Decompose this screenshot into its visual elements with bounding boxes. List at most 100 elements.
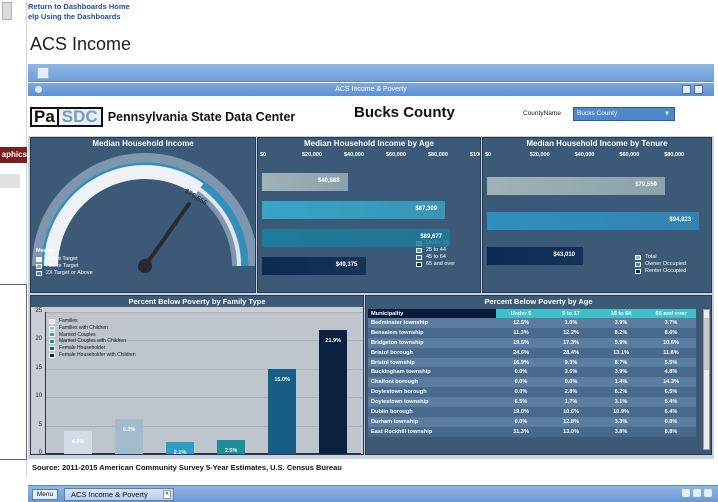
table-cell: 12.5% [496, 318, 546, 328]
county-select[interactable]: Bucks County ▼ [573, 107, 675, 121]
logo-sdc: SDC [58, 107, 103, 127]
dashboard: Pa SDC Pennsylvania State Data Center Bu… [28, 97, 714, 472]
scrollbar-thumb[interactable] [704, 318, 709, 370]
table-row[interactable]: Dublin borough 19.0% 10.6% 10.9% 6.4% [368, 407, 696, 417]
legend-swatch [36, 271, 42, 276]
x-tick-label: $60,000 [619, 152, 640, 158]
table-cell: 3.3% [596, 416, 646, 427]
data-label: $89,677 [420, 234, 443, 240]
county-title: Bucks County [354, 104, 455, 121]
county-select-label: CountyName [523, 110, 561, 117]
table-cell: 12.8% [546, 416, 596, 427]
window-title: ACS Income & Poverty [335, 86, 407, 93]
table-cell: 1.0% [546, 318, 596, 328]
minimize-icon[interactable] [682, 85, 691, 94]
legend-swatch [416, 248, 422, 253]
legend-item: Total [635, 254, 686, 261]
table-cell: 13.0% [546, 426, 596, 437]
table-cell: 17.3% [546, 337, 596, 348]
table-cell: 24.6% [496, 347, 546, 358]
left-sidebar-strip: aphics [0, 0, 27, 478]
x-tick-label: $0 [260, 152, 267, 158]
table-cell: Bridgeton township [368, 337, 496, 348]
logo-pa: Pa [30, 107, 59, 127]
x-tick-label: $40,000 [574, 152, 595, 158]
column-header[interactable]: 5 to 17 [546, 309, 596, 318]
table-cell: 3.9% [596, 318, 646, 328]
menu-button[interactable]: Menu [32, 489, 58, 500]
graphics-tab[interactable]: aphics [0, 147, 27, 163]
chevron-down-icon: ▼ [664, 111, 670, 117]
income-by-tenure-panel: Median Household Income by Tenure Total O… [482, 137, 712, 293]
table-cell: 0.0% [496, 377, 546, 388]
legend-label: Married Couples with Children [59, 338, 126, 345]
age-chart-title: Median Household Income by Age [304, 139, 434, 148]
data-label: 15.0% [274, 376, 290, 383]
sidebar-panel [0, 284, 27, 460]
org-name: Pennsylvania State Data Center [107, 110, 296, 124]
return-home-link[interactable]: Return to Dashboards Home [28, 2, 130, 12]
table-cell: 6.4% [646, 407, 696, 417]
table-row[interactable]: Bristol borough 24.6% 28.4% 13.1% 11.8% [368, 347, 696, 358]
county-select-value: Bucks County [577, 110, 618, 117]
settings-icon[interactable] [693, 489, 701, 497]
column-header[interactable]: Municipality [368, 309, 496, 318]
family-chart-title: Percent Below Poverty by Family Type [31, 296, 363, 307]
top-links: Return to Dashboards Home elp Using the … [28, 2, 130, 22]
column-header[interactable]: 18 to 64 [596, 309, 646, 318]
maximize-icon[interactable] [694, 85, 703, 94]
legend-item: Married Couples with Children [49, 338, 136, 345]
table-row[interactable]: Doylestown township 6.5% 1.7% 3.1% 5.4% [368, 397, 696, 408]
legend-swatch [635, 255, 641, 260]
table-cell: 16.9% [496, 357, 546, 368]
table-row[interactable]: Bridgeton township 19.5% 17.3% 5.9% 10.6% [368, 337, 696, 348]
table-row[interactable]: Bensalem township 11.3% 12.2% 8.2% 8.6% [368, 327, 696, 338]
table-row[interactable]: Bedminster township 12.5% 1.0% 3.9% 3.7% [368, 318, 696, 328]
table-cell: 2.8% [546, 387, 596, 398]
table-cell: Durham township [368, 416, 496, 427]
y-tick-label: 25 [35, 308, 42, 314]
gridline [46, 312, 362, 313]
table-cell: 5.4% [646, 397, 696, 408]
gauge-hub [138, 259, 152, 273]
table-cell: 5.9% [596, 337, 646, 348]
info-icon[interactable] [37, 67, 49, 79]
zoom-icon[interactable] [682, 489, 690, 497]
table-row[interactable]: East Rockhill township 31.3% 13.0% 3.8% 8.8% [368, 426, 696, 437]
table-scrollbar[interactable] [703, 309, 710, 450]
y-tick-label: 5 [38, 421, 42, 428]
table-row[interactable]: Doylestown borough 0.0% 2.8% 6.2% 6.5% [368, 387, 696, 398]
table-row[interactable]: Bristol township 16.9% 9.3% 8.7% 5.5% [368, 357, 696, 368]
table-row[interactable]: Buckingham township 0.0% 3.6% 3.9% 4.8% [368, 367, 696, 378]
data-label: $43,010 [553, 252, 576, 258]
taskbar-tab[interactable]: ACS Income & Poverty ✕ [64, 488, 174, 501]
scrollbar[interactable] [2, 2, 12, 20]
legend-item: Families [49, 318, 136, 325]
column-header[interactable]: Under 5 [496, 309, 546, 318]
legend-label: Above Target [46, 263, 79, 269]
table-cell: Bensalem township [368, 327, 496, 338]
y-tick-label: 15 [35, 364, 42, 371]
close-icon[interactable]: ✕ [163, 490, 171, 499]
legend-swatch [36, 257, 42, 262]
legend-label: Renter Occupied [645, 268, 687, 274]
help-link[interactable]: elp Using the Dashboards [28, 12, 130, 22]
median-income-gauge-panel: Median Household Income Statewide Median… [30, 137, 256, 293]
table-cell: 1.4% [596, 377, 646, 388]
legend-swatch [49, 352, 55, 358]
window-menu-icon[interactable] [35, 86, 42, 93]
legend-label: 25 to 44 [426, 247, 446, 253]
pasdc-logo: Pa SDC Pennsylvania State Data Center [30, 107, 295, 127]
table-row[interactable]: Durham township 0.0% 12.8% 3.3% 0.0% [368, 416, 696, 427]
legend-item: 2X Target or Above [36, 270, 93, 277]
table-cell: 3.7% [646, 318, 696, 328]
refresh-icon[interactable] [704, 489, 712, 497]
table-row[interactable]: Chalfont borough 0.0% 0.0% 1.4% 14.3% [368, 377, 696, 388]
sidebar-button[interactable] [0, 174, 20, 188]
legend-item: Married Couples [49, 332, 136, 339]
legend-item: Renter Occupied [635, 268, 686, 275]
table-cell: 0.0% [546, 377, 596, 388]
legend-label: Married Couples [59, 331, 96, 338]
data-label: 2.1% [173, 450, 187, 455]
column-header[interactable]: 65 and over [646, 309, 696, 318]
